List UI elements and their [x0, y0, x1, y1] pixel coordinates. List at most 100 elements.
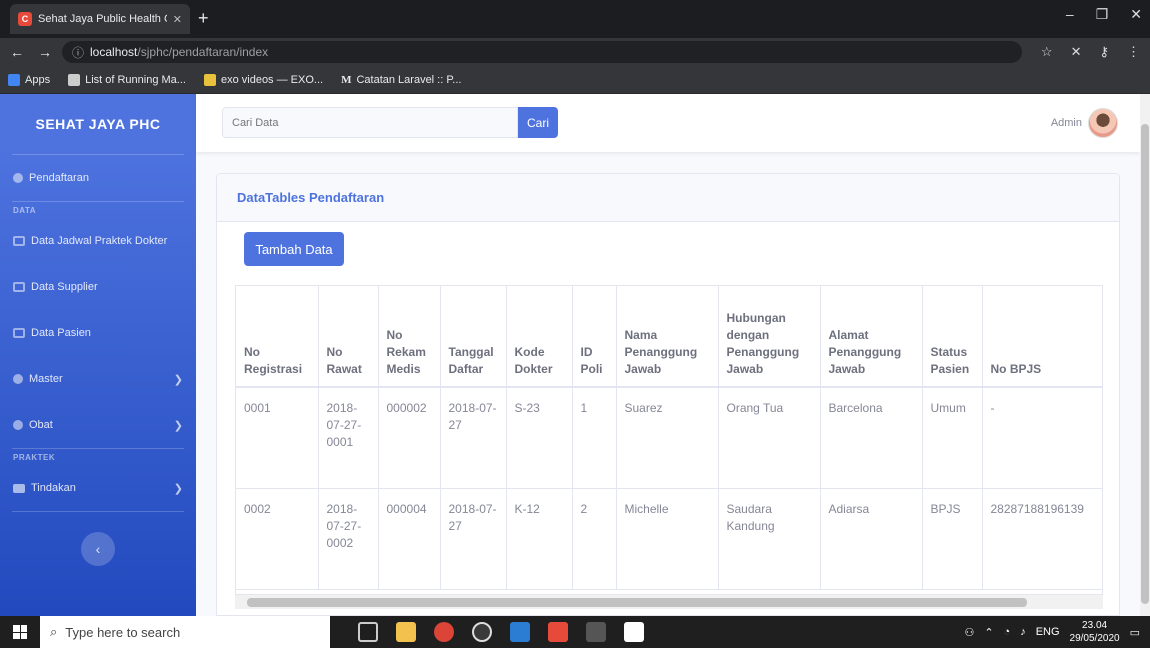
cell-bpjs: - [982, 387, 1102, 489]
key-icon[interactable]: ⚷ [1099, 44, 1109, 60]
column-header[interactable]: Hubungan dengan Penanggung Jawab [718, 286, 821, 388]
table-row[interactable]: 0002 2018-07-27-0002 000004 2018-07-27 K… [236, 488, 1102, 590]
forward-icon[interactable]: → [38, 44, 52, 61]
sidebar-heading-praktek: PRAKTEK [13, 452, 56, 462]
cell-no-rekam-medis: 000002 [378, 387, 441, 489]
sidebar-item-pendaftaran[interactable]: Pendaftaran [0, 155, 196, 201]
terminal-icon[interactable] [586, 622, 606, 642]
bookmark-exo[interactable]: exo videos — EXO... [203, 73, 323, 86]
cell-status: BPJS [922, 488, 983, 590]
bookmark-laravel[interactable]: M Catatan Laravel :: P... [341, 74, 461, 86]
topbar: Cari Admin [196, 94, 1140, 152]
address-bar-row: ← → ↻ ⓘ localhost/sjphc/pendaftaran/inde… [0, 38, 1150, 66]
people-icon[interactable]: ⚇ [964, 626, 974, 639]
cell-no-registrasi: 0002 [236, 488, 319, 590]
vscode-icon[interactable] [510, 622, 530, 642]
search-input[interactable] [222, 107, 518, 138]
taskbar-search[interactable]: ⌕ Type here to search [40, 616, 330, 648]
chevron-left-icon: ‹ [95, 541, 101, 557]
page-scrollbar-thumb[interactable] [1141, 124, 1149, 604]
xampp-icon[interactable] [548, 622, 568, 642]
app-icon[interactable] [472, 622, 492, 642]
volume-icon[interactable]: ♪ [1020, 626, 1026, 638]
start-button[interactable] [0, 616, 40, 648]
tray-up-icon[interactable]: ⌃ [984, 626, 993, 639]
sidebar-item-obat[interactable]: Obat ❯ [0, 402, 196, 448]
system-tray: ⚇ ⌃ ◔ ♪ ENG 23.04 29/05/2020 ▭ [964, 616, 1140, 648]
bookmark-apps[interactable]: Apps [8, 73, 50, 86]
window-controls: – ❐ ✕ [1066, 6, 1142, 23]
cell-kode-dokter: S-23 [506, 387, 573, 489]
new-tab-icon[interactable]: + [198, 8, 209, 29]
table-row[interactable]: 0001 2018-07-27-0001 000002 2018-07-27 S… [236, 387, 1102, 489]
add-data-button[interactable]: Tambah Data [244, 232, 344, 266]
star-icon[interactable]: ☆ [1041, 44, 1053, 60]
column-header[interactable]: No Rekam Medis [378, 286, 441, 388]
exo-icon [203, 73, 216, 86]
cell-bpjs: 28287188196139 [982, 488, 1102, 590]
datatable-card: DataTables Pendaftaran Tambah Data No Re… [216, 173, 1120, 616]
menu-icon[interactable]: ⋮ [1127, 44, 1140, 60]
table-header-row: No Registrasi No Rawat No Rekam Medis Ta… [236, 286, 1102, 388]
close-tab-icon[interactable]: ✕ [173, 13, 182, 26]
clock[interactable]: 23.04 29/05/2020 [1070, 619, 1120, 645]
column-header[interactable]: Alamat Penanggung Jawab [820, 286, 923, 388]
cell-id-poli: 2 [572, 488, 617, 590]
bookmark-running[interactable]: List of Running Ma... [68, 73, 186, 86]
info-icon[interactable]: ⓘ [72, 44, 84, 61]
maximize-icon[interactable]: ❐ [1096, 6, 1109, 23]
url-field[interactable]: ⓘ localhost/sjphc/pendaftaran/index [62, 41, 1022, 63]
cell-nama-pj: Michelle [616, 488, 719, 590]
favicon-icon: C [18, 12, 32, 26]
sidebar: SEHAT JAYA PHC Pendaftaran DATA Data Jad… [0, 94, 196, 616]
extension-icon[interactable]: ✕ [1071, 44, 1082, 60]
task-view-icon[interactable] [358, 622, 378, 642]
search-button[interactable]: Cari [518, 107, 558, 138]
cell-alamat: Adiarsa [820, 488, 923, 590]
minimize-icon[interactable]: – [1066, 6, 1074, 23]
divider [12, 511, 184, 512]
column-header[interactable]: Status Pasien [922, 286, 983, 388]
sidebar-item-jadwal[interactable]: Data Jadwal Praktek Dokter [0, 218, 196, 264]
sidebar-toggle-button[interactable]: ‹ [81, 532, 115, 566]
table-scrollbar-thumb[interactable] [247, 598, 1027, 607]
column-header[interactable]: Nama Penanggung Jawab [616, 286, 719, 388]
taskbar-search-placeholder: Type here to search [65, 624, 181, 640]
table-wrapper: No Registrasi No Rawat No Rekam Medis Ta… [235, 285, 1103, 595]
windows-taskbar: ⌕ Type here to search ⚇ ⌃ ◔ ♪ ENG 23.04 … [0, 616, 1150, 648]
chrome-icon[interactable] [434, 622, 454, 642]
browser-tab[interactable]: C Sehat Jaya Public Health Center ✕ [10, 4, 190, 34]
notification-icon[interactable]: ▭ [1130, 626, 1140, 639]
document-icon[interactable] [624, 622, 644, 642]
sidebar-item-tindakan[interactable]: Tindakan ❯ [0, 465, 196, 511]
cell-alamat: Barcelona [820, 387, 923, 489]
gear-icon [13, 374, 23, 384]
cell-status: Umum [922, 387, 983, 489]
user-menu[interactable]: Admin [1051, 108, 1118, 138]
language-indicator[interactable]: ENG [1036, 626, 1060, 638]
column-header[interactable]: No BPJS [982, 286, 1102, 388]
column-header[interactable]: No Rawat [318, 286, 379, 388]
chevron-right-icon: ❯ [173, 373, 183, 386]
back-icon[interactable]: ← [10, 44, 24, 61]
sidebar-item-supplier[interactable]: Data Supplier [0, 264, 196, 310]
table-icon [13, 236, 25, 246]
network-icon[interactable]: ◔ [1004, 626, 1011, 638]
url-host: localhost [90, 45, 138, 59]
close-window-icon[interactable]: ✕ [1130, 6, 1142, 23]
sidebar-heading-data: DATA [13, 205, 37, 215]
cell-hubungan: Orang Tua [718, 387, 821, 489]
sidebar-item-pasien[interactable]: Data Pasien [0, 310, 196, 356]
brand-title[interactable]: SEHAT JAYA PHC [0, 94, 196, 154]
column-header[interactable]: ID Poli [572, 286, 617, 388]
browser-tabbar: C Sehat Jaya Public Health Center ✕ + – … [0, 0, 1150, 38]
cell-nama-pj: Suarez [616, 387, 719, 489]
bookmarks-bar: Apps List of Running Ma... exo videos — … [0, 66, 1150, 94]
column-header[interactable]: Tanggal Daftar [440, 286, 507, 388]
column-header[interactable]: No Registrasi [236, 286, 319, 388]
column-header[interactable]: Kode Dokter [506, 286, 573, 388]
sidebar-item-master[interactable]: Master ❯ [0, 356, 196, 402]
w-icon [68, 73, 81, 86]
chevron-right-icon: ❯ [173, 419, 183, 432]
file-explorer-icon[interactable] [396, 622, 416, 642]
